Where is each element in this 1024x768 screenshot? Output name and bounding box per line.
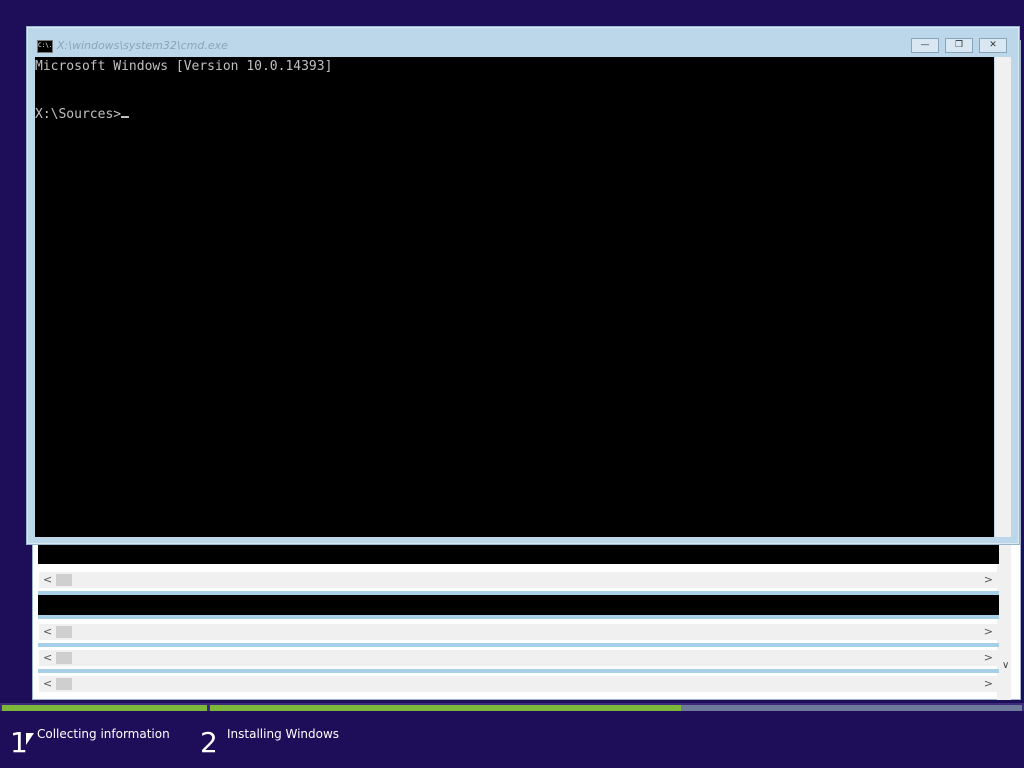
setup-progress-bar	[0, 703, 1024, 711]
progress-step-2-fill	[210, 705, 681, 711]
scroll-right-icon[interactable]: >	[984, 677, 993, 690]
cmd-icon: C:\.	[37, 40, 53, 53]
console-scrollbar[interactable]	[995, 57, 1011, 537]
prompt-text: X:\Sources>	[35, 107, 122, 122]
mouse-pointer-icon	[26, 733, 34, 745]
command-prompt[interactable]: X:\Sources>	[35, 107, 130, 122]
divider	[38, 643, 999, 647]
minimize-button[interactable]: —	[911, 38, 939, 53]
scroll-right-icon[interactable]: >	[984, 651, 993, 664]
horizontal-scrollbar[interactable]: < >	[39, 624, 999, 640]
scroll-left-icon[interactable]: <	[43, 677, 52, 690]
console-line: Microsoft Windows [Version 10.0.14393]	[35, 59, 333, 74]
scrollbar-thumb[interactable]	[56, 678, 72, 690]
step-label: Installing Windows	[227, 727, 340, 741]
horizontal-scrollbar[interactable]: < >	[39, 676, 999, 692]
background-console-strip	[38, 544, 999, 564]
restore-button[interactable]: ❐	[945, 38, 973, 53]
cmd-window[interactable]: C:\. X:\windows\system32\cmd.exe — ❐ ✕ M…	[26, 26, 1020, 545]
progress-step-2-remaining	[681, 705, 1022, 711]
scrollbar-thumb[interactable]	[56, 574, 72, 586]
scroll-left-icon[interactable]: <	[43, 625, 52, 638]
scroll-down-icon[interactable]: ∨	[1002, 660, 1009, 671]
title-bar[interactable]: C:\. X:\windows\system32\cmd.exe — ❐ ✕	[27, 27, 1019, 57]
scroll-right-icon[interactable]: >	[984, 625, 993, 638]
progress-step-1-fill	[2, 705, 207, 711]
step-label: Collecting information	[37, 727, 170, 741]
step-number: 2	[200, 726, 218, 759]
close-button[interactable]: ✕	[979, 38, 1007, 53]
horizontal-scrollbar[interactable]: < >	[39, 572, 999, 588]
background-console-strip	[38, 595, 999, 615]
divider	[38, 669, 999, 673]
console-output[interactable]: Microsoft Windows [Version 10.0.14393] X…	[35, 57, 994, 537]
divider	[38, 615, 999, 619]
scrollbar-thumb[interactable]	[56, 652, 72, 664]
text-cursor	[121, 116, 130, 118]
scroll-left-icon[interactable]: <	[43, 651, 52, 664]
horizontal-scrollbar[interactable]: < >	[39, 650, 999, 666]
window-title: X:\windows\system32\cmd.exe	[57, 39, 228, 52]
scrollbar-thumb[interactable]	[56, 626, 72, 638]
scroll-left-icon[interactable]: <	[43, 573, 52, 586]
scroll-right-icon[interactable]: >	[984, 573, 993, 586]
